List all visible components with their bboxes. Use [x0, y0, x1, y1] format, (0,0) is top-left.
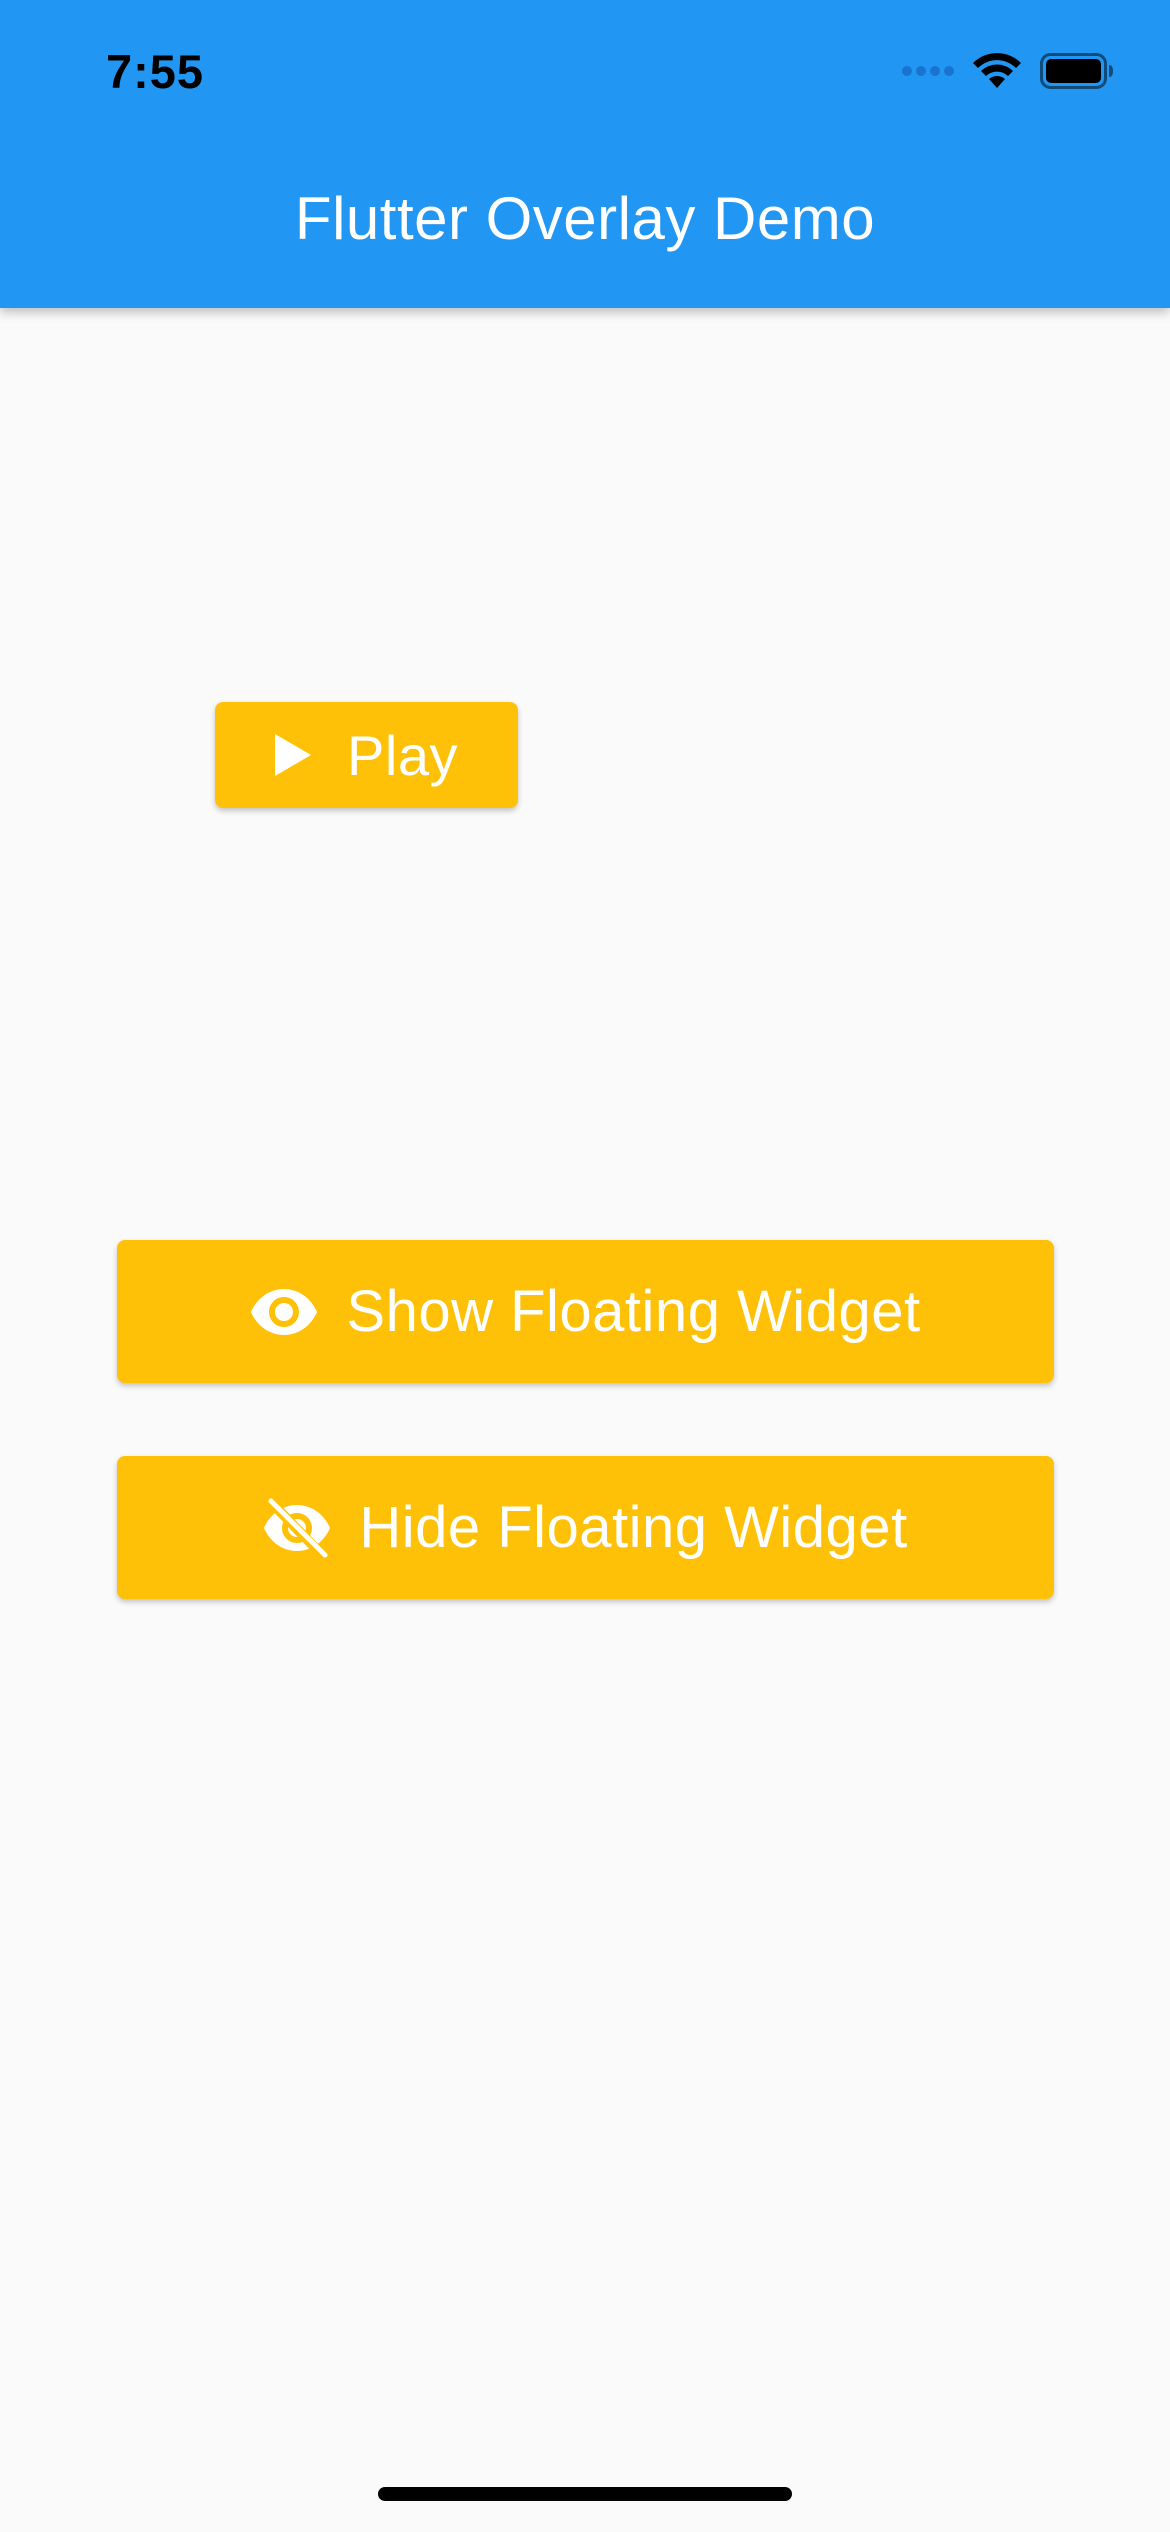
eye-off-icon — [263, 1497, 331, 1558]
battery-icon — [1040, 53, 1114, 89]
play-button-label: Play — [347, 723, 458, 787]
play-button[interactable]: Play — [215, 702, 518, 808]
show-floating-widget-label: Show Floating Widget — [346, 1279, 921, 1344]
status-icons — [902, 52, 1114, 90]
show-floating-widget-button[interactable]: Show Floating Widget — [117, 1240, 1054, 1383]
page-title: Flutter Overlay Demo — [294, 185, 876, 252]
home-indicator[interactable] — [378, 2487, 792, 2501]
app-bar: 7:55 Flutter Overlay Demo — [0, 0, 1170, 308]
wifi-icon — [972, 52, 1022, 90]
play-icon — [275, 734, 312, 776]
status-time: 7:55 — [106, 45, 205, 98]
eye-icon — [250, 1287, 318, 1337]
hide-floating-widget-label: Hide Floating Widget — [359, 1495, 908, 1560]
cellular-signal-icon — [902, 64, 954, 78]
hide-floating-widget-button[interactable]: Hide Floating Widget — [117, 1456, 1054, 1599]
